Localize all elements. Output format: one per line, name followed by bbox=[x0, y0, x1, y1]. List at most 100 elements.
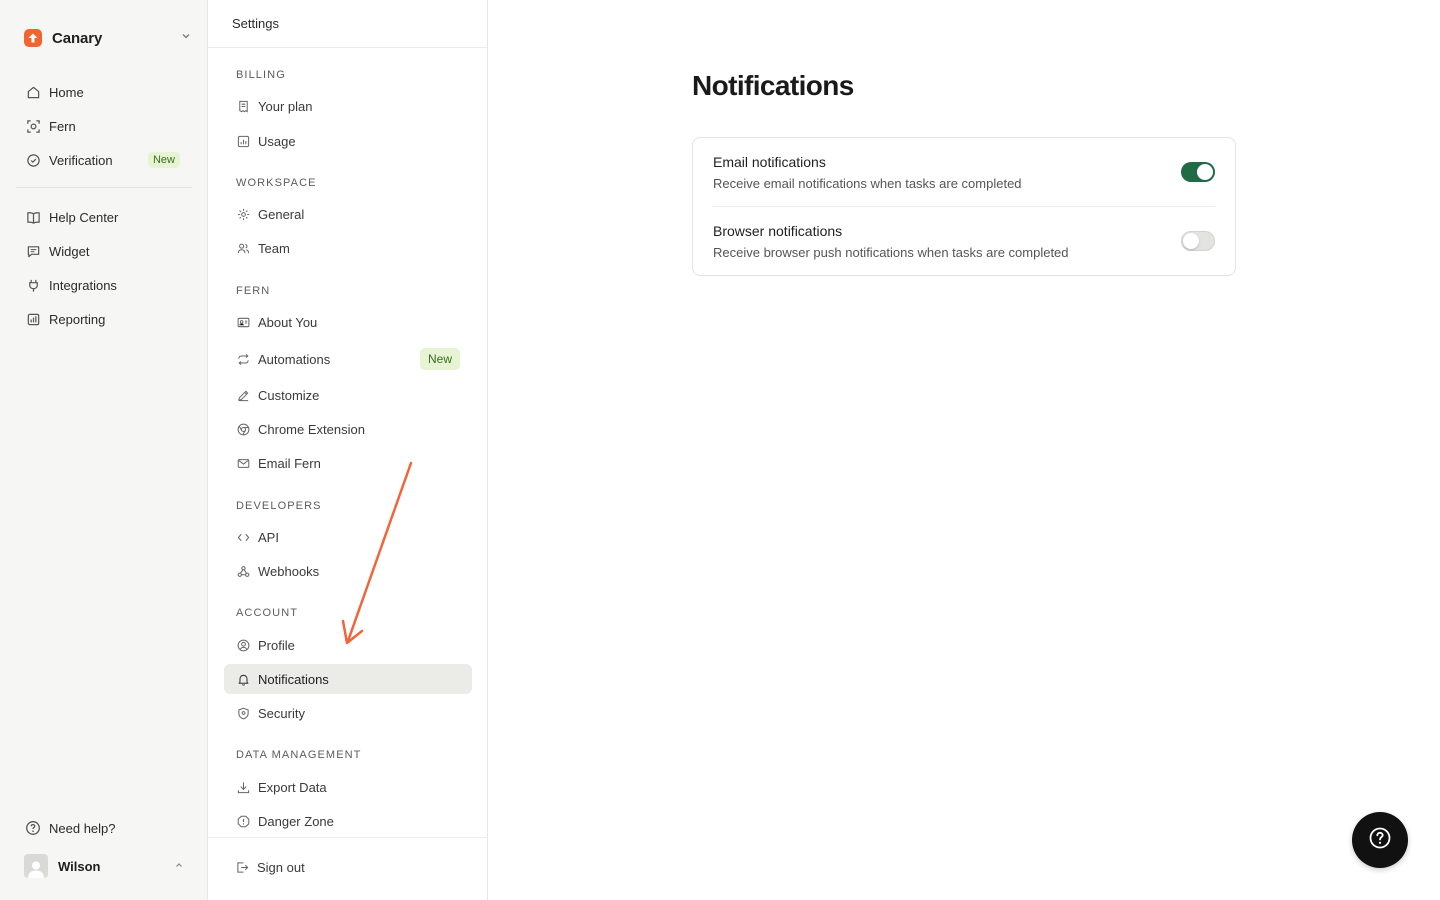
canary-logo-icon bbox=[24, 29, 42, 47]
logout-icon bbox=[236, 861, 249, 874]
email-notifications-row: Email notifications Receive email notifi… bbox=[713, 154, 1215, 191]
settings-item-label: Profile bbox=[258, 637, 295, 653]
workspace-name: Canary bbox=[52, 29, 103, 47]
settings-item-label: Your plan bbox=[258, 98, 313, 114]
chat-icon bbox=[25, 243, 41, 259]
check-circle-icon bbox=[25, 152, 41, 168]
gear-icon bbox=[236, 207, 250, 221]
settings-item-webhooks[interactable]: Webhooks bbox=[224, 556, 472, 586]
settings-item-label: Export Data bbox=[258, 779, 327, 795]
group-title-workspace: WORKSPACE bbox=[236, 177, 317, 189]
user-name: Wilson bbox=[58, 858, 101, 874]
browser-notifications-toggle[interactable] bbox=[1181, 231, 1215, 251]
question-circle-icon bbox=[25, 820, 41, 836]
nav-item-home[interactable]: Home bbox=[16, 75, 192, 109]
settings-footer: Sign out bbox=[208, 837, 488, 900]
shield-icon bbox=[236, 706, 250, 720]
settings-title: Settings bbox=[232, 16, 279, 31]
repeat-icon bbox=[236, 352, 250, 366]
settings-item-profile[interactable]: Profile bbox=[224, 630, 472, 660]
sign-out-label: Sign out bbox=[257, 860, 305, 875]
nav-item-label: Reporting bbox=[49, 311, 106, 327]
toggle-knob bbox=[1183, 233, 1199, 249]
nav-item-label: Widget bbox=[49, 243, 90, 259]
browser-notifications-title: Browser notifications bbox=[713, 223, 843, 239]
chevron-up-icon bbox=[174, 857, 184, 875]
sign-out-button[interactable]: Sign out bbox=[236, 860, 305, 875]
new-badge: New bbox=[147, 152, 180, 168]
nav-item-label: Fern bbox=[49, 118, 76, 134]
chart-icon bbox=[25, 311, 41, 327]
settings-item-general[interactable]: General bbox=[224, 199, 472, 229]
settings-item-notifications[interactable]: Notifications bbox=[224, 664, 472, 694]
nav-item-label: Integrations bbox=[49, 277, 117, 293]
webhook-icon bbox=[236, 564, 250, 578]
nav-item-verification[interactable]: Verification New bbox=[16, 143, 192, 177]
settings-item-label: Automations bbox=[258, 351, 331, 367]
row-divider bbox=[713, 206, 1215, 207]
alert-octagon-icon bbox=[236, 814, 250, 828]
settings-item-api[interactable]: API bbox=[224, 522, 472, 552]
email-notifications-title: Email notifications bbox=[713, 154, 826, 170]
user-menu[interactable]: Wilson bbox=[24, 853, 184, 879]
code-icon bbox=[236, 530, 250, 544]
settings-item-your-plan[interactable]: Your plan bbox=[224, 91, 472, 121]
settings-item-security[interactable]: Security bbox=[224, 698, 472, 728]
need-help-link[interactable]: Need help? bbox=[25, 818, 116, 838]
settings-item-label: Team bbox=[258, 240, 290, 256]
settings-item-usage[interactable]: Usage bbox=[224, 126, 472, 156]
download-icon bbox=[236, 780, 250, 794]
users-icon bbox=[236, 241, 250, 255]
settings-item-label: API bbox=[258, 529, 279, 545]
book-icon bbox=[25, 209, 41, 225]
email-notifications-toggle[interactable] bbox=[1181, 162, 1215, 182]
settings-item-label: Security bbox=[258, 705, 305, 721]
chrome-icon bbox=[236, 422, 250, 436]
settings-item-label: Customize bbox=[258, 387, 320, 403]
settings-header: Settings bbox=[208, 0, 487, 48]
user-circle-icon bbox=[236, 638, 250, 652]
notification-settings-card: Email notifications Receive email notifi… bbox=[692, 137, 1236, 276]
settings-item-label: Chrome Extension bbox=[258, 421, 365, 437]
settings-item-customize[interactable]: Customize bbox=[224, 380, 472, 410]
id-card-icon bbox=[236, 315, 250, 329]
settings-item-label: Notifications bbox=[258, 671, 329, 687]
group-title-billing: BILLING bbox=[236, 69, 286, 81]
receipt-icon bbox=[236, 99, 250, 113]
settings-item-label: About You bbox=[258, 314, 318, 330]
nav-item-help-center[interactable]: Help Center bbox=[16, 200, 192, 234]
settings-item-label: Webhooks bbox=[258, 563, 320, 579]
toggle-knob bbox=[1197, 164, 1213, 180]
settings-item-danger-zone[interactable]: Danger Zone bbox=[224, 806, 472, 836]
settings-item-team[interactable]: Team bbox=[224, 233, 472, 263]
nav-item-integrations[interactable]: Integrations bbox=[16, 268, 192, 302]
plug-icon bbox=[25, 277, 41, 293]
settings-item-automations[interactable]: Automations New bbox=[224, 344, 472, 374]
nav-item-label: Home bbox=[49, 84, 84, 100]
nav-item-widget[interactable]: Widget bbox=[16, 234, 192, 268]
help-chat-button[interactable] bbox=[1352, 812, 1408, 868]
group-title-developers: DEVELOPERS bbox=[236, 500, 322, 512]
chevron-down-icon bbox=[180, 29, 192, 47]
settings-item-label: Danger Zone bbox=[258, 813, 334, 829]
avatar bbox=[24, 854, 48, 878]
group-title-account: ACCOUNT bbox=[236, 607, 299, 619]
fern-icon bbox=[25, 118, 41, 134]
settings-item-email-fern[interactable]: Email Fern bbox=[224, 448, 472, 478]
nav-item-label: Verification bbox=[49, 152, 113, 168]
settings-item-chrome-extension[interactable]: Chrome Extension bbox=[224, 414, 472, 444]
nav-item-label: Help Center bbox=[49, 209, 119, 225]
browser-notifications-description: Receive browser push notifications when … bbox=[713, 245, 1069, 260]
primary-nav-bottom: Help Center Widget Integrations Reportin… bbox=[16, 200, 192, 336]
usage-chart-icon bbox=[236, 134, 250, 148]
settings-item-export-data[interactable]: Export Data bbox=[224, 772, 472, 802]
group-title-data-management: DATA MANAGEMENT bbox=[236, 749, 362, 761]
nav-divider bbox=[16, 187, 192, 188]
nav-item-reporting[interactable]: Reporting bbox=[16, 302, 192, 336]
workspace-switcher[interactable]: Canary bbox=[24, 26, 192, 50]
need-help-label: Need help? bbox=[49, 820, 116, 836]
settings-item-label: General bbox=[258, 206, 305, 222]
home-icon bbox=[25, 84, 41, 100]
settings-item-about-you[interactable]: About You bbox=[224, 307, 472, 337]
nav-item-fern[interactable]: Fern bbox=[16, 109, 192, 143]
